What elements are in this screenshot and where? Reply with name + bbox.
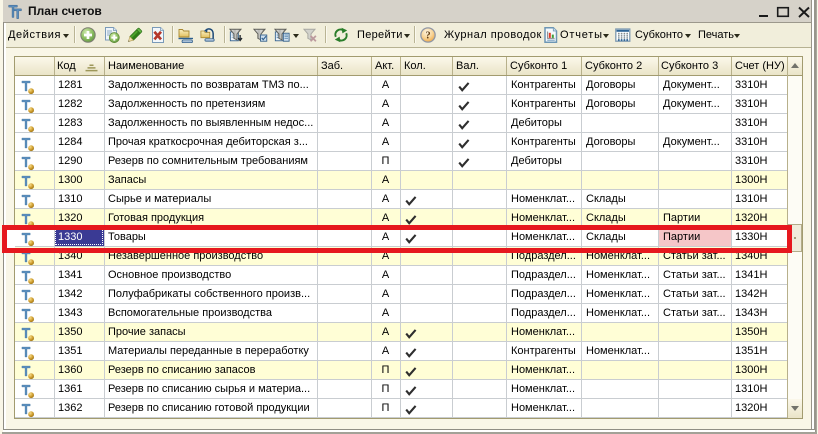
svg-text:?: ? bbox=[426, 31, 431, 42]
